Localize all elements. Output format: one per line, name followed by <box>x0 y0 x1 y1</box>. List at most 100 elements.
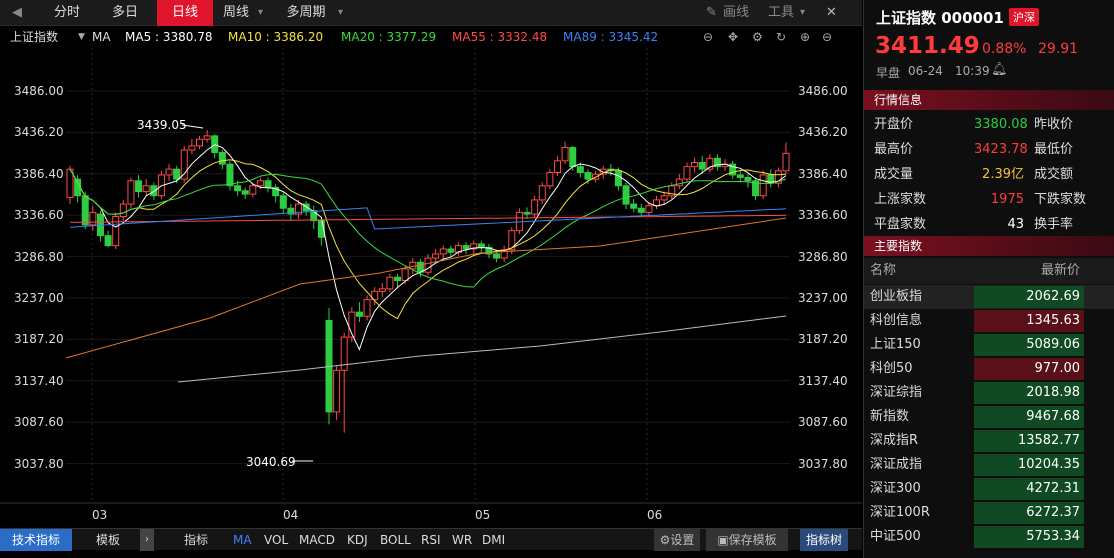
candle-body <box>584 171 592 180</box>
index-row[interactable]: 新指数 9467.68 <box>864 405 1114 429</box>
open-row: 开盘价 3380.08 昨收价 <box>864 112 1114 137</box>
tab-intraday[interactable]: 分时 <box>40 0 94 26</box>
y-tick-right: 3237.00 <box>798 291 848 305</box>
candle-body <box>691 161 699 168</box>
indicator-vol[interactable]: VOL <box>264 529 288 551</box>
candle-body <box>493 253 501 259</box>
index-row[interactable]: 中证500 5753.34 <box>864 525 1114 549</box>
volume-value: 2.39亿 <box>982 167 1024 182</box>
kline-chart[interactable]: 3439.05 3040.69 <box>0 48 862 526</box>
zoom-in-icon[interactable]: ⊕ <box>800 27 810 47</box>
chevron-right-icon[interactable]: › <box>140 529 154 551</box>
draw-line-button[interactable]: 画线 <box>723 0 749 26</box>
candle-body <box>645 205 653 213</box>
gear-icon[interactable]: ⚙ <box>752 27 763 47</box>
index-price: 2018.98 <box>974 382 1084 404</box>
candle-body <box>218 152 226 165</box>
index-name: 上证指数 <box>10 30 59 44</box>
open-label: 开盘价 <box>874 117 914 132</box>
market-info-header[interactable]: 行情信息 <box>864 90 1114 110</box>
index-price: 10204.35 <box>974 454 1084 476</box>
index-row[interactable]: 科创信息 1345.63 <box>864 309 1114 333</box>
pencil-icon[interactable]: ✎ <box>706 0 722 26</box>
close-icon[interactable]: ✕ <box>826 0 837 26</box>
candle-body <box>378 288 386 292</box>
candle-body <box>333 369 341 413</box>
chevron-down-icon[interactable]: ▾ <box>800 0 805 26</box>
chevron-down-icon[interactable]: ▾ <box>338 0 352 26</box>
candle-body <box>698 161 706 170</box>
tab-multi-period[interactable]: 多周期 <box>280 0 332 26</box>
zoom-out-icon[interactable]: ⊖ <box>822 27 832 47</box>
index-name: 深证综指 <box>870 385 923 400</box>
index-name: 深证300 <box>870 481 921 496</box>
tab-daily[interactable]: 日线 <box>157 0 213 26</box>
ma20-value: MA20 : 3377.29 <box>341 30 437 44</box>
y-tick-right: 3286.80 <box>798 249 848 264</box>
prev-close-label: 昨收价 <box>1034 117 1074 132</box>
ma5-value: MA5 : 3380.78 <box>125 30 213 44</box>
candle-body <box>81 195 89 226</box>
candle-body <box>279 195 287 209</box>
minus-circle-icon[interactable]: ⊖ <box>703 27 713 47</box>
indicator-wr[interactable]: WR <box>452 529 472 551</box>
index-price: 6272.37 <box>974 502 1084 524</box>
tab-multi-day[interactable]: 多日 <box>98 0 152 26</box>
low-price-label: 3040.69 <box>246 455 296 469</box>
bell-icon[interactable]: 🔔︎ <box>991 62 1008 77</box>
candle-body <box>264 180 272 188</box>
y-tick-left: 3486.00 <box>14 84 64 98</box>
template-button[interactable]: 模板 <box>96 529 120 551</box>
chevron-down-icon[interactable]: ▾ <box>258 0 272 26</box>
candle-body <box>234 185 242 192</box>
indicator-kdj[interactable]: KDJ <box>347 529 368 551</box>
index-row[interactable]: 深证成指 10204.35 <box>864 453 1114 477</box>
index-row[interactable]: 创业板指 2062.69 <box>864 285 1114 309</box>
indicator-rsi[interactable]: RSI <box>421 529 441 551</box>
settings-button[interactable]: ⚙设置 <box>654 529 700 551</box>
indicator-ma[interactable]: MA <box>233 529 252 551</box>
main-index-header[interactable]: 主要指数 <box>864 236 1114 256</box>
quote-panel: 上证指数 000001 沪深 3411.49 0.88% 29.91 早盘 06… <box>863 0 1114 558</box>
volume-row: 成交量 2.39亿 成交额 <box>864 162 1114 187</box>
index-price: 9467.68 <box>974 406 1084 428</box>
ma-label[interactable]: MA <box>92 27 111 47</box>
y-tick-left: 3386.40 <box>14 166 64 181</box>
index-row[interactable]: 深证100R 6272.37 <box>864 501 1114 525</box>
indicator-tree-button[interactable]: 指标树 <box>800 529 848 551</box>
indicator-boll[interactable]: BOLL <box>380 529 411 551</box>
collapse-icon[interactable]: ◀ <box>12 0 26 26</box>
candle-body <box>119 203 127 218</box>
index-price: 4272.31 <box>974 478 1084 500</box>
index-name: 深证成指 <box>870 457 923 472</box>
refresh-icon[interactable]: ↻ <box>776 27 786 47</box>
y-tick-left: 3336.60 <box>14 208 64 223</box>
candle-body <box>447 248 455 253</box>
move-icon[interactable]: ✥ <box>728 27 738 47</box>
candle-body <box>112 216 120 247</box>
col-name[interactable]: 名称 <box>870 258 896 284</box>
index-row[interactable]: 深成指R 13582.77 <box>864 429 1114 453</box>
candle-body <box>736 174 744 178</box>
tech-indicator-button[interactable]: 技术指标 <box>0 529 72 551</box>
indicator-toolbar: 技术指标 模板 › 指标 MA VOL MACD KDJ BOLL RSI WR… <box>0 528 862 551</box>
index-row[interactable]: 深证300 4272.31 <box>864 477 1114 501</box>
index-price: 2062.69 <box>974 286 1084 308</box>
index-price: 977.00 <box>974 358 1084 380</box>
chevron-down-icon[interactable]: ▼ <box>78 27 85 47</box>
indicator-dmi[interactable]: DMI <box>482 529 505 551</box>
index-row[interactable]: 深证综指 2018.98 <box>864 381 1114 405</box>
ma10-value: MA10 : 3386.20 <box>228 30 324 44</box>
save-template-button[interactable]: ▣保存模板 <box>706 529 788 551</box>
candle-body <box>660 195 668 201</box>
tab-weekly[interactable]: 周线 <box>216 0 256 26</box>
col-price[interactable]: 最新价 <box>974 258 1084 284</box>
tools-menu[interactable]: 工具 <box>768 0 794 26</box>
indicator-macd[interactable]: MACD <box>299 529 335 551</box>
index-row[interactable]: 上证150 5089.06 <box>864 333 1114 357</box>
index-row[interactable]: 科创50 977.00 <box>864 357 1114 381</box>
y-tick-right: 3087.60 <box>798 415 848 430</box>
up-count-row: 上涨家数 1975 下跌家数 <box>864 187 1114 212</box>
candle-body <box>241 190 249 195</box>
candle-body <box>523 211 531 215</box>
